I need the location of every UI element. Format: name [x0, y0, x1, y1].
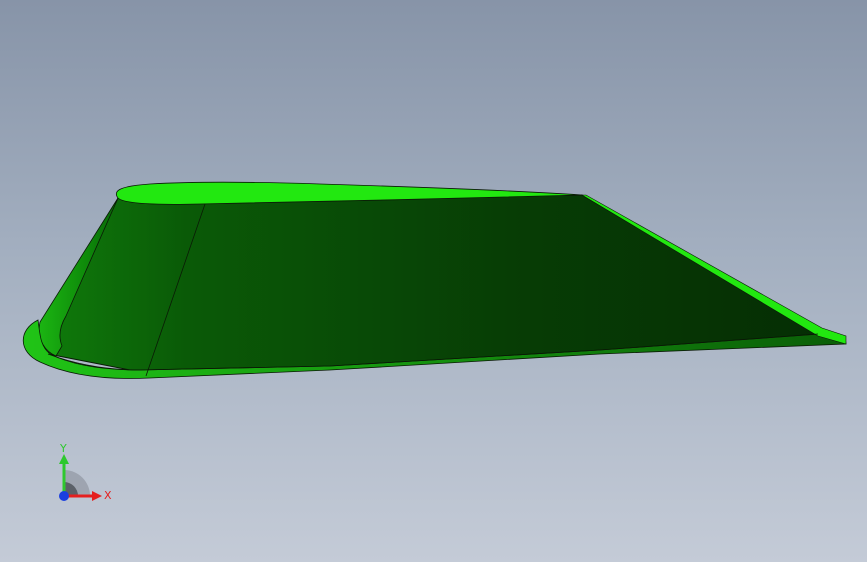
- orientation-triad: Y X: [59, 442, 112, 502]
- graphics-viewport[interactable]: Y X: [0, 0, 867, 562]
- z-axis-dot: [59, 491, 69, 501]
- x-axis-arrow: [92, 491, 102, 501]
- x-axis-label: X: [104, 489, 112, 502]
- y-axis-label: Y: [59, 442, 67, 455]
- y-axis-arrow: [59, 454, 69, 464]
- wing-model[interactable]: [0, 0, 867, 562]
